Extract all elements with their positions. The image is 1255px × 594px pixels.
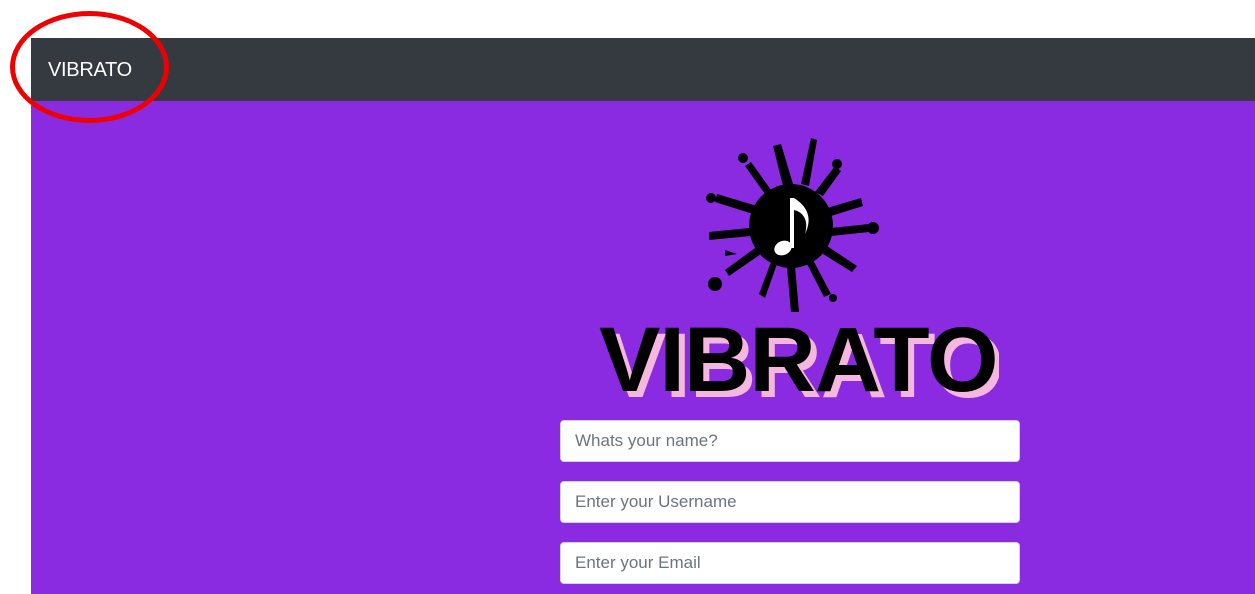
username-input[interactable] [560,481,1020,523]
navbar-brand-link[interactable]: VIBRATO [48,58,132,82]
top-navbar: VIBRATO [31,38,1255,101]
name-input[interactable] [560,420,1020,462]
music-note-splash-icon [706,138,879,312]
email-input[interactable] [560,542,1020,584]
app-viewport: VIBRATO VIBRATO VIBRATO Whats your name?… [31,38,1255,594]
vibrato-wordmark: VIBRATO [599,313,998,408]
vibrato-logo-wordmark: VIBRATO VIBRATO [599,313,999,408]
